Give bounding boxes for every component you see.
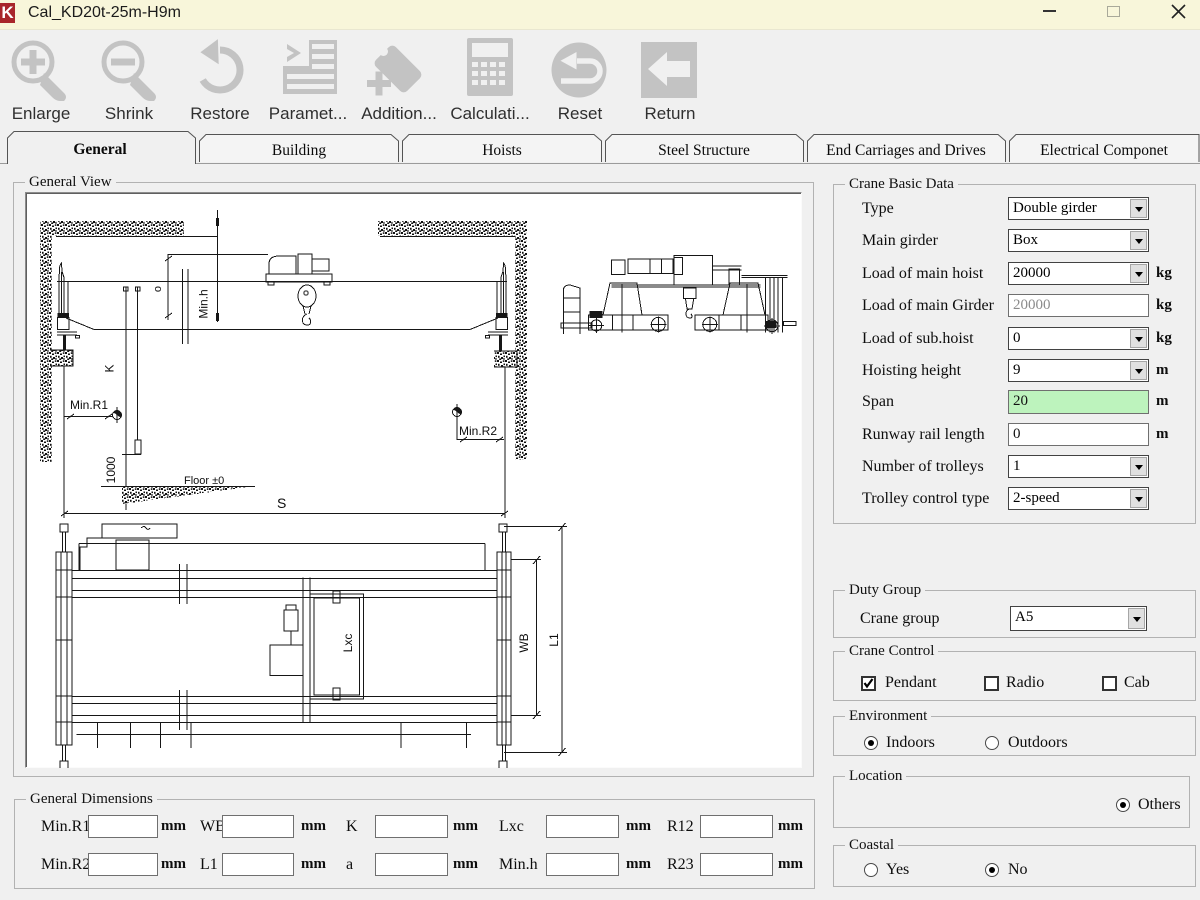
- svg-text:Lxc: Lxc: [341, 634, 355, 653]
- svg-text:Electrical Componet: Electrical Componet: [1040, 142, 1169, 159]
- svg-text:General: General: [73, 141, 127, 158]
- svg-text:Building: Building: [272, 142, 327, 159]
- svg-text:L1: L1: [547, 633, 561, 647]
- svg-text:o: o: [152, 286, 164, 292]
- svg-text:End Carriages and Drives: End Carriages and Drives: [826, 142, 986, 159]
- svg-text:S: S: [277, 495, 286, 511]
- svg-text:K: K: [103, 364, 117, 372]
- svg-text:Floor ±0: Floor ±0: [184, 475, 224, 487]
- svg-text:Min.R1: Min.R1: [70, 398, 108, 412]
- svg-text:Steel Structure: Steel Structure: [658, 142, 750, 159]
- svg-text:Min.h: Min.h: [197, 289, 211, 318]
- svg-text:WB: WB: [517, 633, 531, 652]
- svg-text:Min.R2: Min.R2: [459, 424, 497, 438]
- svg-text:1000: 1000: [104, 456, 118, 483]
- svg-text:Hoists: Hoists: [482, 142, 522, 159]
